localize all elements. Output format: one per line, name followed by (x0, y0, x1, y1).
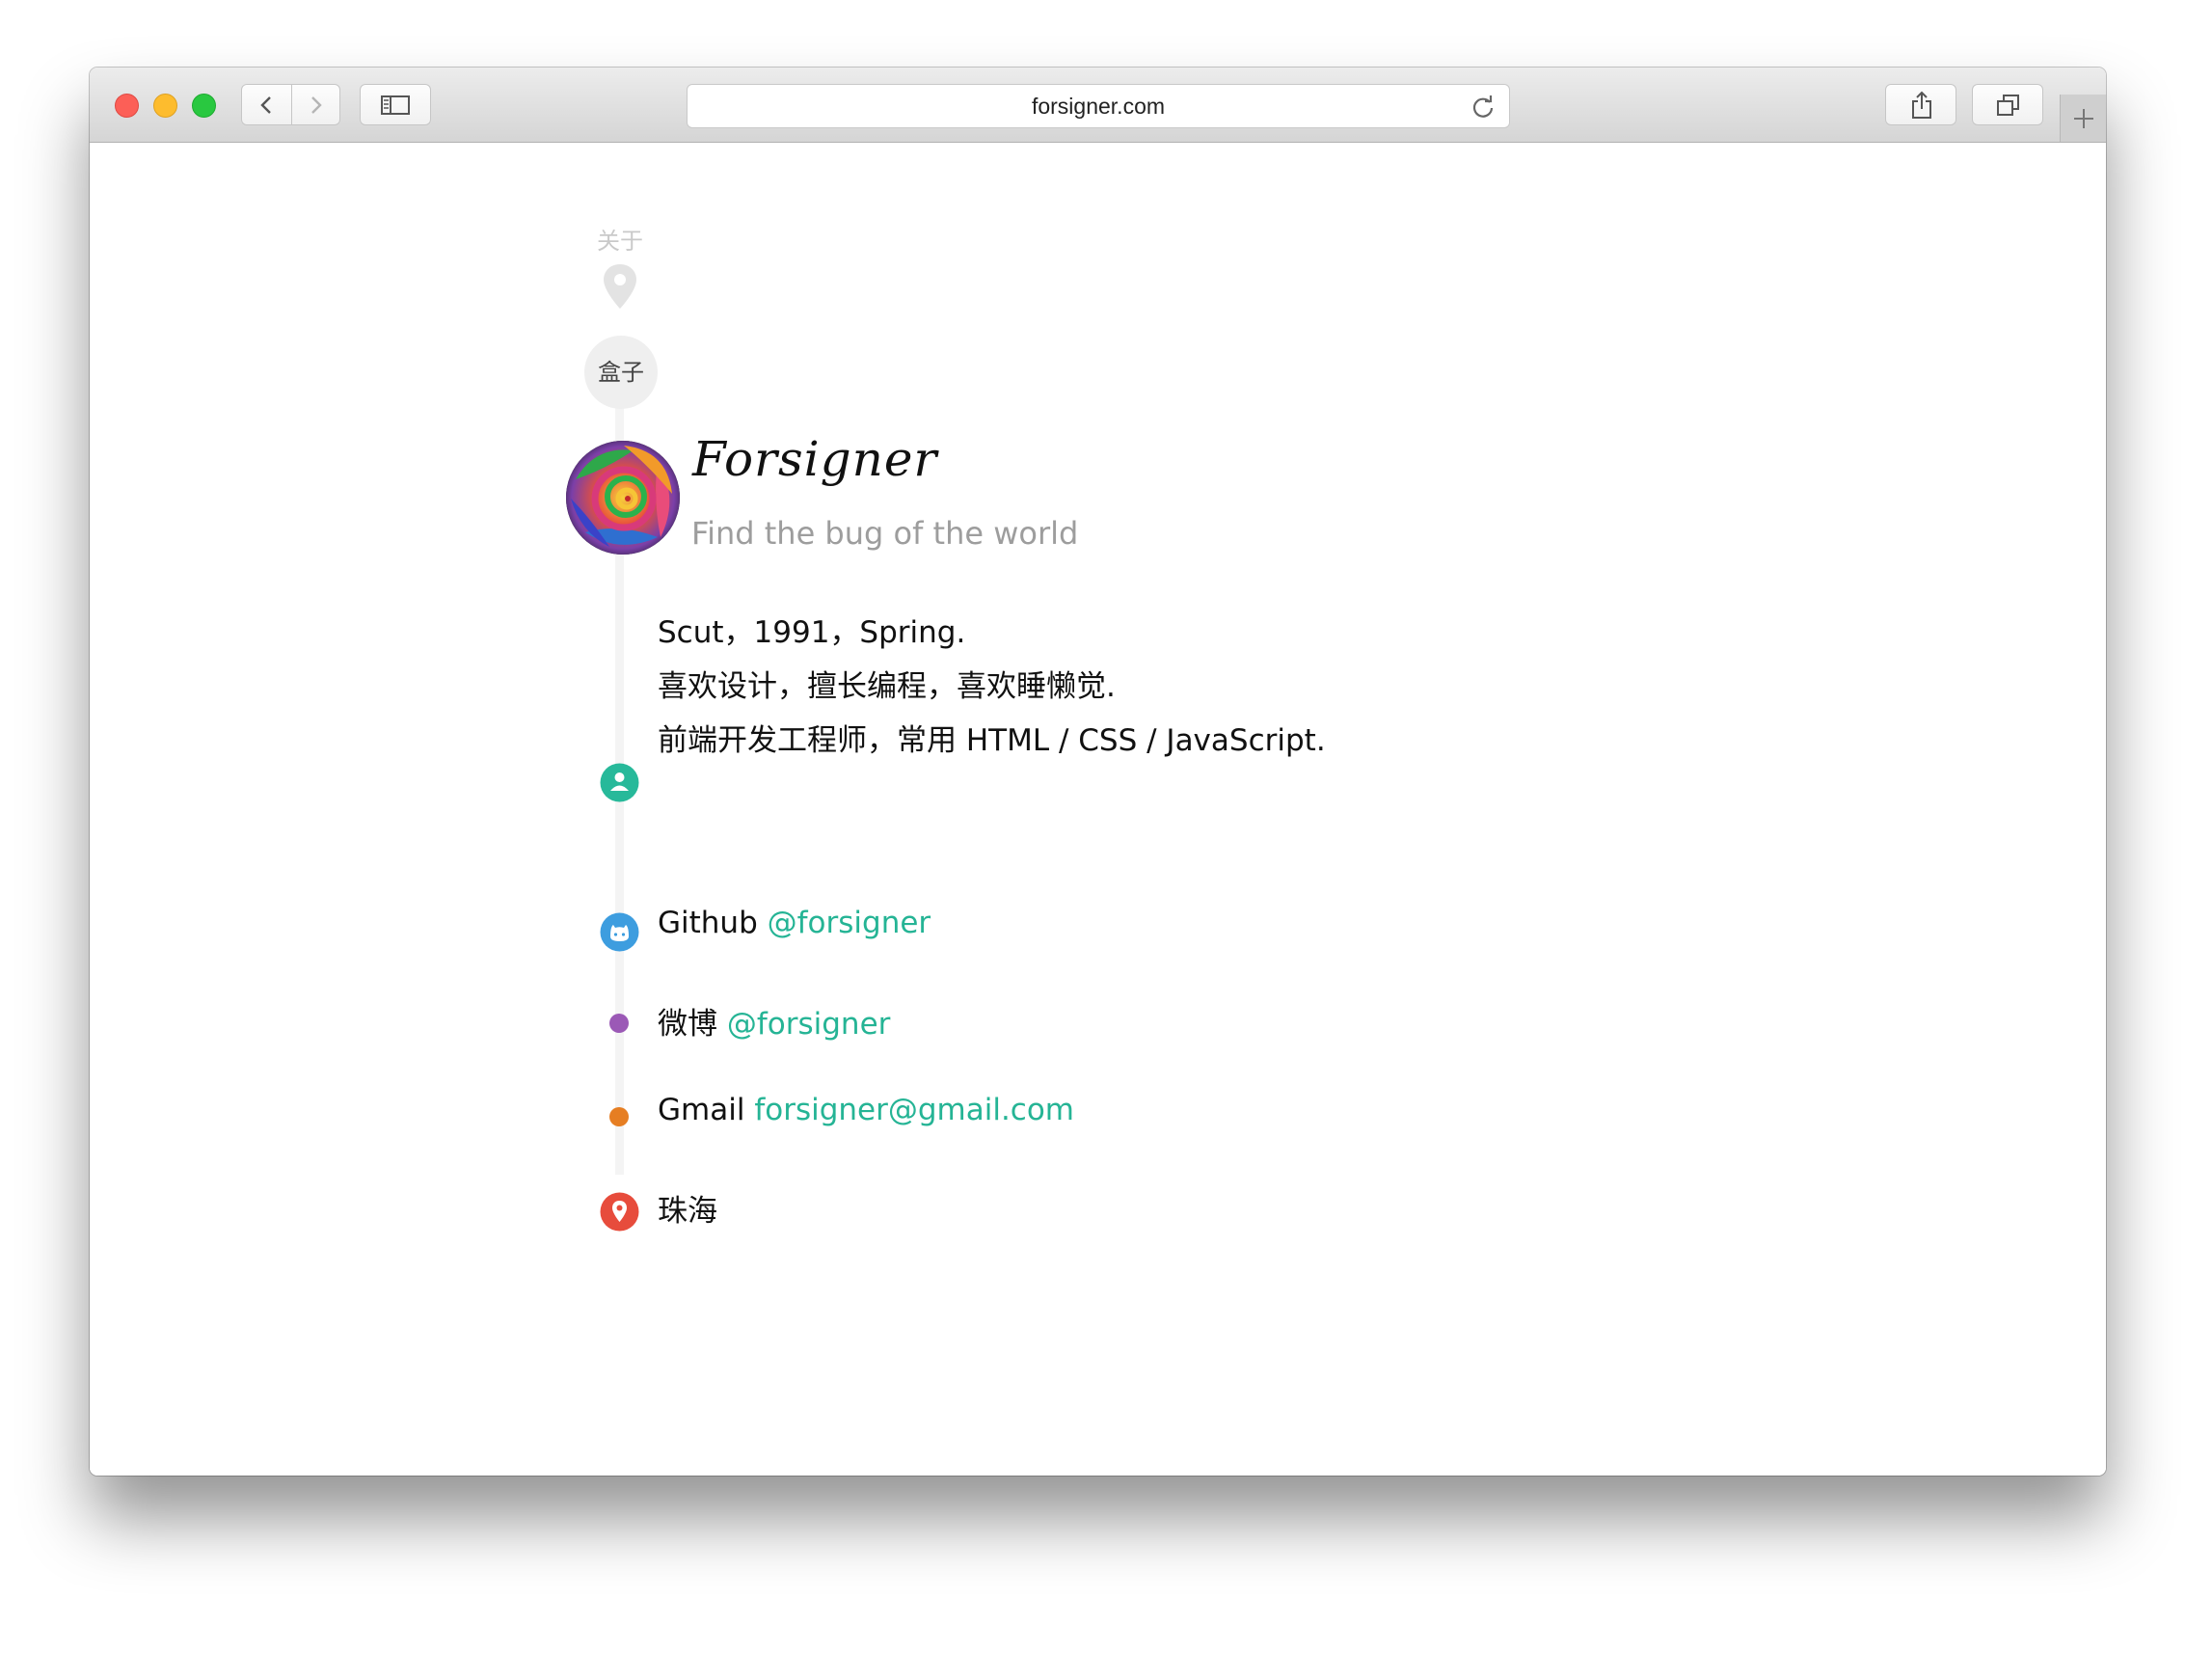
bio: Scut，1991，Spring. 喜欢设计，擅长编程，喜欢睡懒觉. 前端开发工… (658, 606, 1326, 768)
box-nav-link[interactable]: 盒子 (584, 336, 658, 409)
chevron-left-icon (260, 96, 271, 114)
github-icon (600, 912, 639, 952)
minimize-window-button[interactable] (153, 94, 177, 118)
bio-line: 前端开发工程师，常用 HTML / CSS / JavaScript. (658, 723, 1326, 758)
show-tabs-button[interactable] (1972, 84, 2043, 125)
bio-line: Scut，1991，Spring. (658, 615, 966, 650)
back-button[interactable] (242, 85, 291, 124)
zoom-window-button[interactable] (192, 94, 216, 118)
gmail-link[interactable]: forsigner@gmail.com (754, 1093, 1074, 1127)
github-row: Github @forsigner (658, 906, 931, 940)
browser-toolbar: forsigner.com (90, 68, 2106, 143)
new-tab-button[interactable] (2060, 95, 2106, 142)
share-button[interactable] (1885, 84, 1956, 125)
url-text: forsigner.com (1031, 94, 1166, 119)
weibo-link[interactable]: @forsigner (727, 1007, 891, 1042)
weibo-dot-icon (609, 1014, 629, 1033)
person-icon (600, 763, 639, 802)
location-pin-icon (604, 264, 636, 309)
location-row: 珠海 (658, 1194, 717, 1229)
section-label: 关于 (597, 228, 643, 255)
gmail-row: Gmail forsigner@gmail.com (658, 1093, 1074, 1127)
sidebar-toggle-button[interactable] (360, 84, 431, 125)
chevron-right-icon (311, 96, 322, 114)
close-window-button[interactable] (115, 94, 139, 118)
weibo-row: 微博 @forsigner (658, 999, 890, 1043)
site-title: Forsigner (692, 431, 938, 487)
plus-icon (2074, 109, 2093, 128)
navigation-buttons (241, 84, 340, 125)
forward-button[interactable] (292, 85, 340, 124)
address-bar[interactable]: forsigner.com (687, 84, 1510, 128)
github-label: Github (658, 906, 758, 940)
rose-avatar-icon (566, 441, 680, 555)
weibo-label: 微博 (658, 1007, 717, 1042)
sidebar-icon (381, 95, 410, 115)
tabs-icon (1997, 95, 2019, 116)
share-icon (1912, 91, 1931, 119)
github-link[interactable]: @forsigner (768, 906, 931, 940)
gmail-dot-icon (609, 1107, 629, 1126)
reload-icon[interactable] (1470, 95, 1496, 120)
bio-line: 喜欢设计，擅长编程，喜欢睡懒觉. (658, 669, 1116, 704)
page-content: 关于 盒子 Forsigner Find the bug of the worl… (90, 143, 2106, 1476)
gmail-label: Gmail (658, 1093, 745, 1127)
site-subtitle: Find the bug of the world (691, 515, 1079, 552)
browser-window: forsigner.com 关于 盒子 Forsigner Find the b… (90, 68, 2106, 1476)
location-icon (600, 1192, 639, 1232)
avatar (566, 441, 680, 555)
